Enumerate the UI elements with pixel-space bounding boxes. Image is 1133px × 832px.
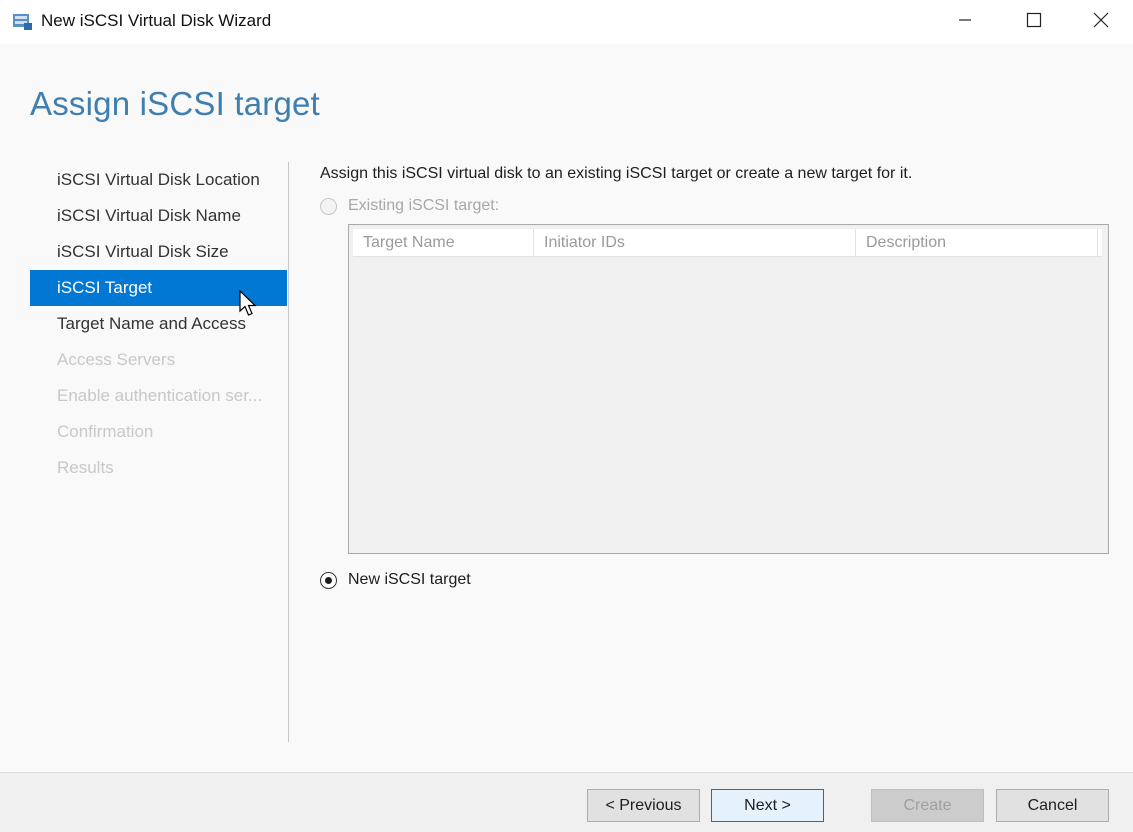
iscsi-disk-app-icon xyxy=(11,10,33,32)
nav-step-confirmation: Confirmation xyxy=(57,422,154,441)
mouse-pointer-icon xyxy=(239,289,259,318)
column-header-target-name: Target Name xyxy=(353,229,534,257)
next-button[interactable]: Next > xyxy=(711,789,824,822)
instruction-text: Assign this iSCSI virtual disk to an exi… xyxy=(320,165,913,182)
create-button: Create xyxy=(871,789,984,822)
new-target-option[interactable]: New iSCSI target xyxy=(320,571,471,589)
existing-target-radio xyxy=(320,197,337,215)
nav-step-disk-name[interactable]: iSCSI Virtual Disk Name xyxy=(30,198,287,234)
maximize-icon xyxy=(1026,12,1042,33)
wizard-footer: < Previous Next > Create Cancel xyxy=(0,772,1133,832)
title-bar: New iSCSI Virtual Disk Wizard xyxy=(0,0,1133,44)
nav-step-disk-size[interactable]: iSCSI Virtual Disk Size xyxy=(30,234,287,270)
page-title: Assign iSCSI target xyxy=(30,85,320,122)
minimize-button[interactable] xyxy=(930,0,1000,44)
nav-step-disk-location[interactable]: iSCSI Virtual Disk Location xyxy=(30,162,287,198)
existing-targets-table: Target Name Initiator IDs Description xyxy=(348,224,1109,554)
new-target-radio[interactable] xyxy=(320,571,337,589)
window-title: New iSCSI Virtual Disk Wizard xyxy=(41,11,272,30)
new-target-label[interactable]: New iSCSI target xyxy=(348,571,471,589)
existing-target-label: Existing iSCSI target: xyxy=(348,197,500,214)
existing-target-option: Existing iSCSI target: xyxy=(320,197,499,215)
previous-button[interactable]: < Previous xyxy=(587,789,700,822)
table-header: Target Name Initiator IDs Description xyxy=(353,229,1102,257)
wizard-step-list: iSCSI Virtual Disk Location iSCSI Virtua… xyxy=(30,162,287,486)
cancel-button[interactable]: Cancel xyxy=(996,789,1109,822)
nav-step-enable-authentication: Enable authentication ser... xyxy=(57,386,263,405)
column-header-description: Description xyxy=(856,229,1098,257)
column-header-initiator-ids: Initiator IDs xyxy=(534,229,856,257)
nav-divider xyxy=(288,162,289,742)
nav-step-results: Results xyxy=(57,458,114,477)
minimize-icon xyxy=(957,12,973,33)
wizard-content: Assign iSCSI target iSCSI Virtual Disk L… xyxy=(0,44,1133,772)
maximize-button[interactable] xyxy=(999,0,1069,44)
close-button[interactable] xyxy=(1068,0,1133,44)
close-icon xyxy=(1093,12,1109,33)
nav-step-access-servers: Access Servers xyxy=(57,350,176,369)
